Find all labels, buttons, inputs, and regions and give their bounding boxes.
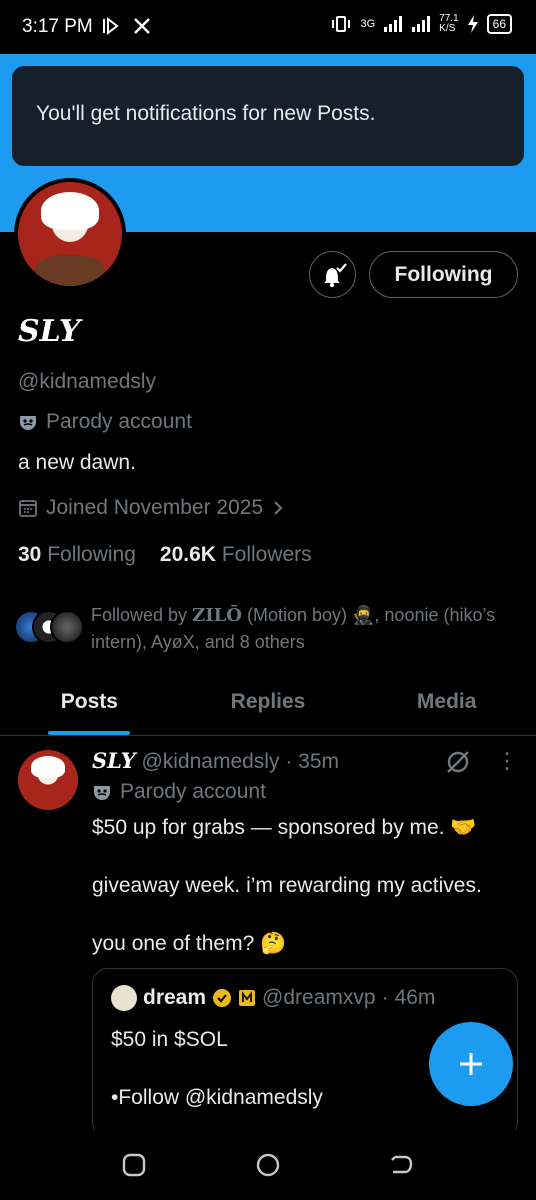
compose-button[interactable] — [429, 1022, 513, 1106]
toast-text: You'll get notifications for new Posts. — [36, 102, 376, 125]
tab-media[interactable]: Media — [357, 672, 536, 735]
followed-by-avatars — [14, 606, 88, 646]
quote-avatar — [111, 985, 137, 1011]
parody-text: Parody account — [46, 410, 192, 433]
followed-by-name: ZILŌ — [192, 605, 242, 626]
post-author-name: SLY — [92, 748, 136, 773]
followers-count: 20.6K — [159, 543, 216, 566]
tab-posts[interactable]: Posts — [0, 672, 179, 735]
post-parody-label: Parody account — [92, 780, 266, 804]
verified-badge-icon — [213, 989, 232, 1007]
followers-count-link[interactable]: 20.6K Followers — [160, 543, 312, 567]
following-count: 30 — [18, 543, 42, 566]
post-separator: · — [279, 750, 299, 773]
avatar-image — [18, 182, 122, 286]
quote-text: $50 in $SOL •Follow @kidnamedsly — [111, 1025, 323, 1137]
status-bar: 3:17 PM 3G 77.1 K/S 66 — [0, 0, 536, 54]
media-play-icon — [103, 16, 119, 36]
back-icon[interactable] — [389, 1152, 415, 1178]
joined-text: Joined November 2025 — [46, 496, 264, 519]
quote-line: •Follow @kidnamedsly — [111, 1086, 323, 1109]
network-speed: 77.1 K/S — [439, 14, 458, 34]
x-logo-icon — [134, 18, 150, 34]
profile-display-name: SLY — [18, 314, 81, 349]
affiliate-badge-icon — [239, 990, 256, 1006]
network-type-label: 3G — [360, 18, 376, 30]
post-author-handle: @kidnamedsly — [141, 750, 280, 773]
parody-label[interactable]: Parody account — [18, 410, 192, 434]
quote-time: 46m — [394, 986, 436, 1009]
followers-label: Followers — [221, 543, 312, 566]
status-time: 3:17 PM — [22, 16, 93, 37]
post-parody-text: Parody account — [120, 780, 266, 803]
post-line: $50 up for grabs — sponsored by me. 🤝 — [92, 816, 477, 839]
profile-bio: a new dawn. — [18, 451, 136, 474]
quote-author-name: dream — [143, 986, 207, 1009]
signal-icon — [384, 16, 403, 32]
post-line: giveaway week. i’m rewarding my actives. — [92, 874, 482, 897]
compose-plus-icon — [460, 1053, 482, 1075]
post-time: 35m — [298, 750, 340, 773]
chevron-right-icon — [274, 501, 283, 515]
system-navigation-bar — [0, 1130, 536, 1200]
quote-header: dream @dreamxvp · 46m — [111, 985, 435, 1011]
post-avatar[interactable] — [18, 750, 78, 810]
following-label: Following — [47, 543, 136, 566]
grok-icon[interactable] — [444, 748, 472, 776]
joined-date[interactable]: Joined November 2025 — [18, 496, 285, 520]
battery-indicator: 66 — [486, 14, 512, 34]
tab-replies[interactable]: Replies — [179, 672, 358, 735]
notifications-bell-button[interactable] — [309, 251, 356, 298]
bell-check-icon — [323, 262, 347, 287]
network-speed-unit: K/S — [439, 23, 456, 34]
followed-by[interactable]: Followed by ZILŌ (Motion boy) 🥷, noonie … — [14, 602, 524, 654]
charging-icon — [467, 15, 478, 33]
profile-tabs: Posts Replies Media — [0, 672, 536, 736]
mask-icon — [94, 786, 110, 800]
mask-icon — [20, 416, 36, 430]
home-icon[interactable] — [255, 1152, 281, 1178]
more-options-icon[interactable]: ⋮ — [496, 748, 518, 774]
post-text: $50 up for grabs — sponsored by me. 🤝 gi… — [92, 814, 522, 988]
post-header: SLY @kidnamedsly · 35m — [92, 748, 339, 774]
vibrate-icon — [332, 16, 351, 32]
post-line: you one of them? 🤔 — [92, 932, 287, 955]
followed-by-text: Followed by ZILŌ (Motion boy) 🥷, noonie … — [91, 602, 521, 655]
quote-author-handle: @dreamxvp — [262, 986, 376, 1009]
following-button[interactable]: Following — [369, 251, 518, 298]
quote-line: $50 in $SOL — [111, 1028, 228, 1051]
following-count-link[interactable]: 30 Following — [18, 543, 136, 567]
signal-icon-2 — [412, 16, 431, 32]
notification-toast: You'll get notifications for new Posts. — [12, 66, 524, 166]
follow-counts: 30 Following 20.6K Followers — [18, 543, 312, 567]
followed-by-prefix: Followed by — [91, 605, 193, 625]
status-left-icons — [100, 16, 152, 36]
quote-separator: · — [381, 986, 389, 1009]
follower-avatar — [50, 610, 84, 644]
profile-handle: @kidnamedsly — [18, 370, 157, 393]
recent-apps-icon[interactable] — [121, 1152, 147, 1178]
profile-avatar[interactable] — [14, 178, 126, 290]
status-right-icons: 3G 77.1 K/S 66 — [330, 14, 512, 34]
calendar-icon — [19, 500, 37, 517]
